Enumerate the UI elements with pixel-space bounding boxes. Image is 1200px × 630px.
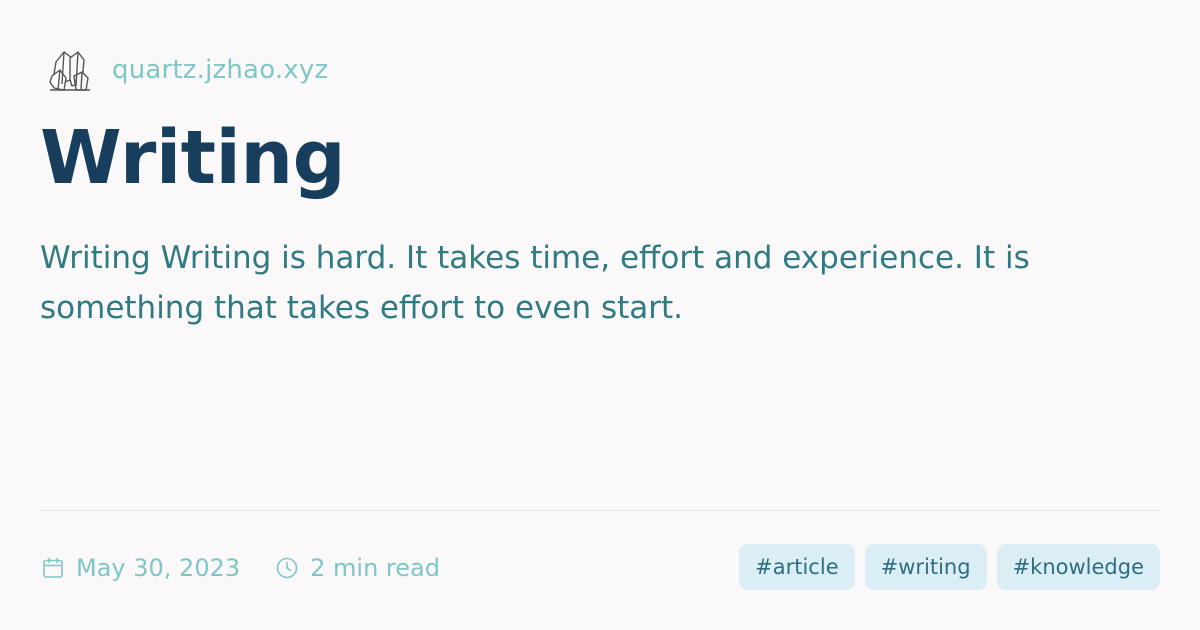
tag-writing[interactable]: #writing (864, 544, 987, 590)
divider (40, 510, 1160, 511)
site-url-link[interactable]: quartz.jzhao.xyz (112, 55, 328, 85)
publish-date-text: May 30, 2023 (76, 554, 241, 582)
page-title: Writing (40, 115, 346, 201)
clock-icon (274, 555, 300, 581)
meta-row: May 30, 2023 2 min read (40, 545, 440, 591)
publish-date: May 30, 2023 (40, 554, 240, 582)
og-card: quartz.jzhao.xyz Writing Writing Writing… (0, 0, 1200, 630)
reading-time-text: 2 min read (310, 554, 440, 582)
page-description: Writing Writing is hard. It takes time, … (40, 240, 1030, 326)
calendar-icon (40, 555, 66, 581)
tag-knowledge[interactable]: #knowledge (996, 544, 1160, 590)
tag-list: #article #writing #knowledge (739, 544, 1160, 590)
site-header: quartz.jzhao.xyz (40, 40, 328, 100)
reading-time: 2 min read (274, 554, 440, 582)
tag-article[interactable]: #article (739, 544, 855, 590)
crystal-icon (40, 40, 100, 100)
